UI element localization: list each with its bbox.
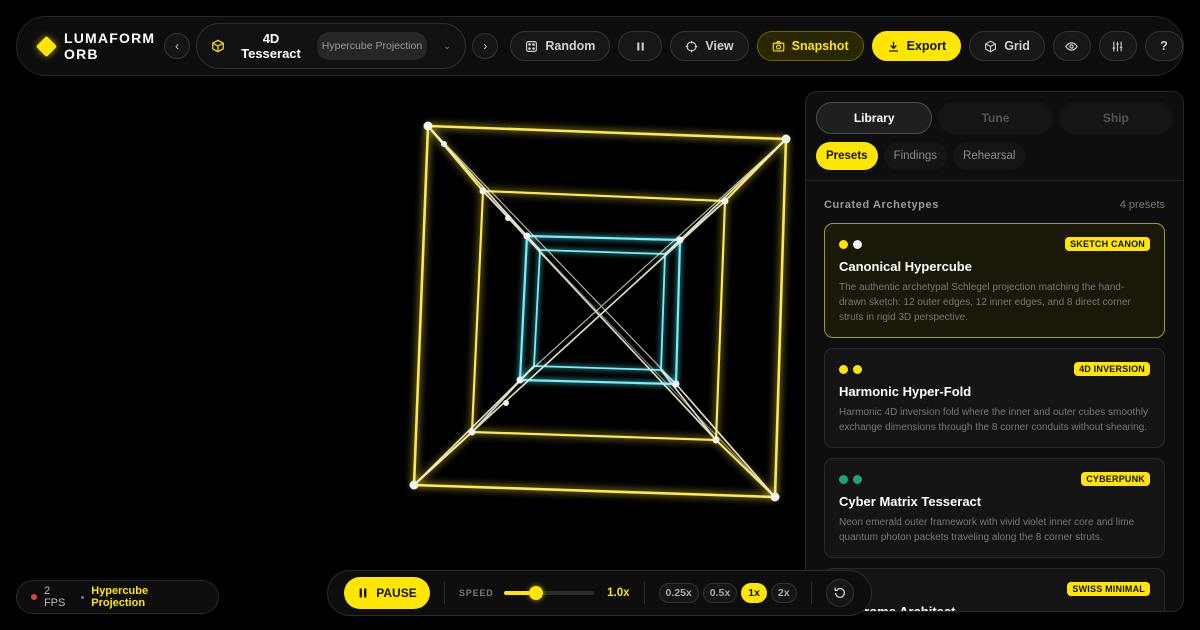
preset-title: Harmonic Hyper-Fold <box>839 384 972 399</box>
speed-value: 1.0x <box>607 587 630 599</box>
download-icon <box>888 41 898 52</box>
chevron-down-icon[interactable]: ⌄ <box>443 41 451 52</box>
preset-title: 4D Tesseract <box>241 31 301 61</box>
preset-tag: SWISS MINIMAL <box>1067 582 1150 596</box>
preset-subtitle: Hypercube Projection <box>317 32 427 60</box>
subtab-findings[interactable]: Findings <box>883 142 948 170</box>
pause-icon <box>359 588 367 598</box>
subtab-presets[interactable]: Presets <box>816 142 878 170</box>
mode-label: Hypercube Projection <box>91 585 149 609</box>
swatch-dot <box>839 364 848 374</box>
grid-label: Grid <box>1004 39 1030 53</box>
preset-selector[interactable]: 4D Tesseract Hypercube Projection ⌄ <box>196 23 467 69</box>
tab-library[interactable]: Library <box>816 102 933 134</box>
speed-presets: 0.25x 0.5x 1x 2x <box>658 583 797 603</box>
fps-readout: 2 FPS <box>43 585 66 609</box>
subtab-rehearsal[interactable]: Rehearsal <box>953 142 1026 170</box>
speed-slider-thumb[interactable] <box>528 586 543 600</box>
speed-chip[interactable]: 0.5x <box>702 583 738 603</box>
cube-icon <box>985 40 997 52</box>
previous-preset-button[interactable]: ‹ <box>164 33 190 59</box>
speed-chip[interactable]: 0.25x <box>658 583 699 603</box>
brand: LUMAFORM ORB <box>35 30 164 62</box>
grid-button[interactable]: Grid <box>969 31 1045 61</box>
preset-tag: 4D INVERSION <box>1074 362 1150 376</box>
tesseract-projection[interactable] <box>0 90 800 570</box>
live-dot-icon <box>31 594 37 600</box>
help-button[interactable]: ? <box>1144 31 1183 61</box>
tesseract-canvas[interactable] <box>0 90 800 570</box>
preset-card[interactable]: CYBERPUNK Cyber Matrix Tesseract Neon em… <box>824 458 1165 558</box>
visibility-button[interactable] <box>1052 31 1091 61</box>
preset-tag: CYBERPUNK <box>1081 472 1150 486</box>
preset-card[interactable]: SKETCH CANON Canonical Hypercube The aut… <box>824 223 1165 338</box>
tab-tune[interactable]: Tune <box>938 102 1053 134</box>
divider <box>444 582 445 604</box>
swatch-dot <box>853 239 862 249</box>
panel-subtabs: Presets Findings Rehearsal <box>806 134 1183 170</box>
divider <box>643 582 645 604</box>
playback-controls: PAUSE SPEED 1.0x 0.25x 0.5x 1x 2x <box>327 570 872 616</box>
random-label: Random <box>545 39 596 53</box>
preset-title: Cyber Matrix Tesseract <box>839 494 982 509</box>
reset-icon <box>834 587 845 598</box>
tab-ship[interactable]: Ship <box>1058 102 1173 134</box>
crosshair-icon <box>686 40 698 52</box>
section-header: Curated Archetypes 4 presets <box>806 181 1183 223</box>
view-button[interactable]: View <box>670 31 749 61</box>
preset-title: chrome Architect <box>849 604 956 612</box>
pause-label: PAUSE <box>376 586 417 600</box>
color-swatches <box>839 474 862 484</box>
eye-icon <box>1065 41 1079 51</box>
logo-diamond-icon <box>35 35 58 57</box>
swatch-dot <box>839 239 848 249</box>
settings-button[interactable] <box>1098 31 1137 61</box>
swatch-dot <box>853 364 862 374</box>
preset-card[interactable]: SWISS MINIMAL chrome Architect <box>824 568 1165 612</box>
section-title: Curated Archetypes <box>824 199 939 211</box>
preset-list: SKETCH CANON Canonical Hypercube The aut… <box>806 223 1183 612</box>
pause-button[interactable]: PAUSE <box>344 577 430 609</box>
swatch-dot <box>839 474 848 484</box>
preset-title: Canonical Hypercube <box>839 259 972 274</box>
speed-slider[interactable] <box>503 586 594 600</box>
speed-chip[interactable]: 1x <box>741 583 767 603</box>
view-label: View <box>705 39 734 53</box>
divider <box>810 582 812 604</box>
speed-chip[interactable]: 2x <box>770 583 797 603</box>
preset-count: 4 presets <box>1119 199 1165 211</box>
preset-tag: SKETCH CANON <box>1065 237 1150 251</box>
snapshot-button[interactable]: Snapshot <box>756 31 864 61</box>
cube-icon <box>212 39 224 53</box>
top-toolbar: LUMAFORM ORB ‹ 4D Tesseract Hypercube Pr… <box>16 16 1184 76</box>
pause-toggle-button[interactable] <box>618 31 663 61</box>
status-indicator: 2 FPS Hypercube Projection <box>16 580 219 614</box>
export-button[interactable]: Export <box>871 31 962 61</box>
reset-button[interactable] <box>825 579 854 607</box>
export-label: Export <box>906 39 947 53</box>
preset-description: The authentic archetypal Schlegel projec… <box>839 282 1131 323</box>
preset-description: Harmonic 4D inversion fold where the inn… <box>839 407 1149 433</box>
side-panel: Library Tune Ship Presets Findings Rehea… <box>805 91 1184 612</box>
swatch-dot <box>853 474 862 484</box>
brand-name: LUMAFORM ORB <box>64 30 156 62</box>
preset-card[interactable]: 4D INVERSION Harmonic Hyper-Fold Harmoni… <box>824 348 1165 448</box>
panel-tabs: Library Tune Ship <box>806 92 1183 134</box>
next-preset-button[interactable]: › <box>472 33 499 59</box>
dice-icon <box>526 40 538 52</box>
camera-icon <box>772 40 785 52</box>
speed-label: SPEED <box>459 588 494 598</box>
snapshot-label: Snapshot <box>791 39 849 53</box>
separator-dot <box>81 595 85 599</box>
color-swatches <box>839 364 862 374</box>
color-swatches <box>839 239 862 249</box>
random-button[interactable]: Random <box>510 31 611 61</box>
sliders-icon <box>1113 41 1123 51</box>
preset-description: Neon emerald outer framework with vivid … <box>839 517 1135 543</box>
pause-icon <box>637 41 644 51</box>
